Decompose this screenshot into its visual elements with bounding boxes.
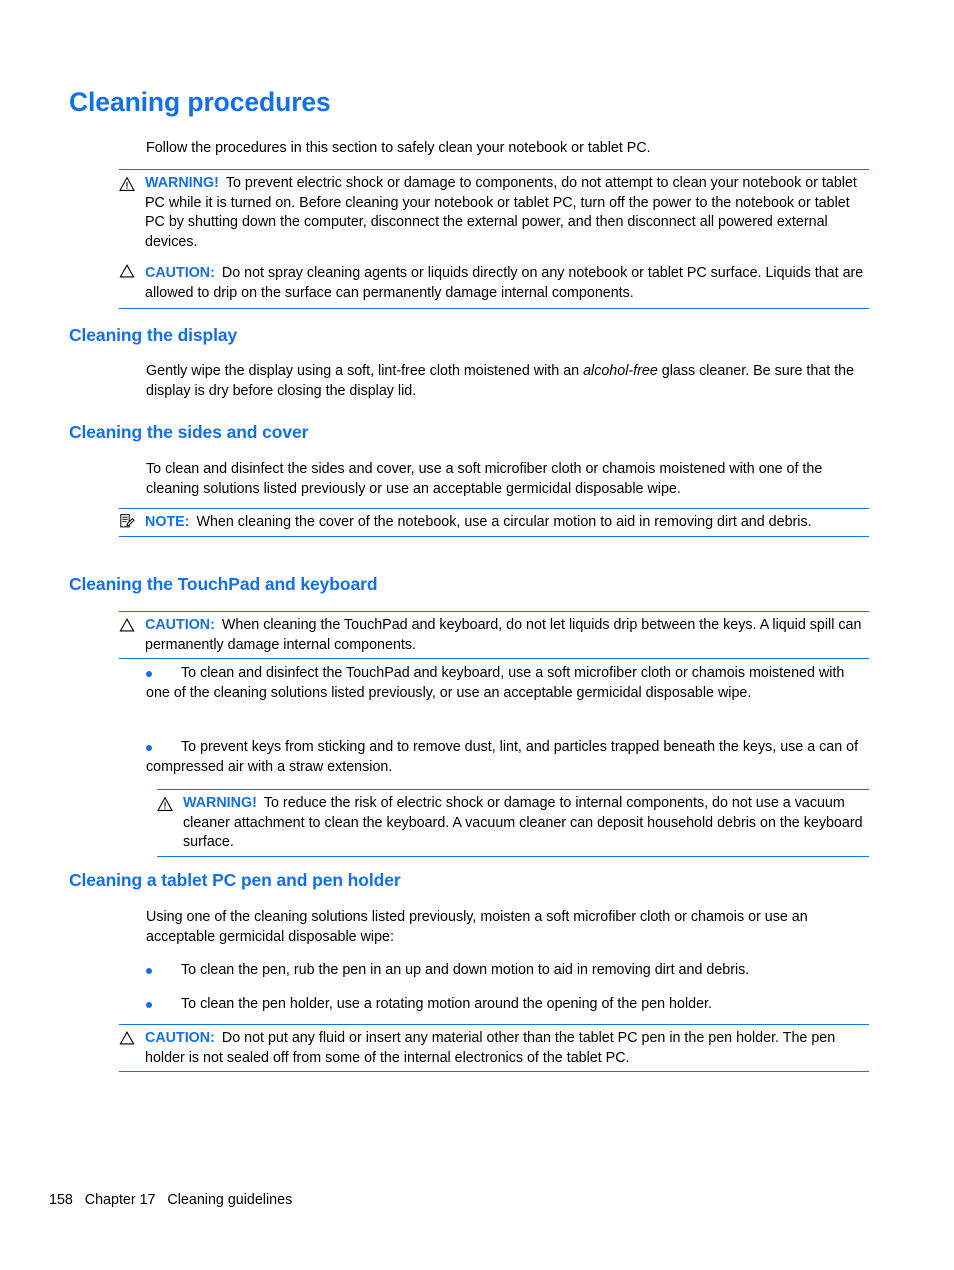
caution-text: Do not spray cleaning agents or liquids … (145, 265, 864, 301)
caution-label: CAUTION: (145, 265, 215, 281)
warning-text: To reduce the risk of electric shock or … (183, 795, 863, 851)
caution-text: Do not put any fluid or insert any mater… (145, 1030, 836, 1066)
caution-block-1: CAUTION: Do not spray cleaning agents or … (119, 258, 869, 310)
note-block-1-body: NOTE: When cleaning the cover of the note… (145, 513, 869, 533)
warning-block-1: WARNING! To prevent electric shock or dam… (119, 169, 869, 252)
caution-triangle-icon (119, 617, 135, 633)
caution-text: When cleaning the TouchPad and keyboard,… (145, 617, 862, 653)
caution-block-2-body: CAUTION: When cleaning the TouchPad and k… (145, 616, 869, 655)
warning-triangle-icon (119, 176, 135, 192)
warning-text: To prevent electric shock or damage to c… (145, 175, 857, 250)
display-para-italic: alcohol-free (583, 363, 658, 379)
bullet-icon (146, 1002, 152, 1008)
note-pencil-icon (119, 513, 135, 529)
heading-cleaning-the-display: Cleaning the display (69, 325, 238, 345)
list-item-text: To clean the pen holder, use a rotating … (181, 996, 712, 1012)
document-page: Cleaning procedures Follow the procedure… (0, 0, 954, 1270)
note-text: When cleaning the cover of the notebook,… (196, 514, 812, 530)
display-para-before: Gently wipe the display using a soft, li… (146, 363, 584, 379)
pen-paragraph: Using one of the cleaning solutions list… (146, 909, 808, 945)
display-paragraph: Gently wipe the display using a soft, li… (146, 362, 866, 401)
caution-label: CAUTION: (145, 617, 215, 633)
caution-triangle-icon (119, 1030, 135, 1046)
page-title: Cleaning procedures (69, 87, 331, 117)
warning-triangle-icon (157, 796, 173, 812)
list-item: To clean and disinfect the TouchPad and … (146, 664, 871, 703)
bullet-icon (146, 745, 152, 751)
caution-label: CAUTION: (145, 1030, 215, 1046)
note-label: NOTE: (145, 514, 190, 530)
warning-block-2: WARNING! To reduce the risk of electric s… (157, 789, 869, 857)
note-block-1: NOTE: When cleaning the cover of the note… (119, 508, 869, 537)
warning-label: WARNING! (183, 795, 257, 811)
heading-cleaning-the-sides-and-cover: Cleaning the sides and cover (69, 422, 309, 442)
list-item-text: To clean the pen, rub the pen in an up a… (181, 962, 750, 978)
warning-block-2-body: WARNING! To reduce the risk of electric s… (183, 794, 869, 853)
bullet-icon (146, 968, 152, 974)
list-item-text: To clean and disinfect the TouchPad and … (146, 665, 845, 701)
sides-paragraph: To clean and disinfect the sides and cov… (146, 461, 823, 497)
list-item: To prevent keys from sticking and to rem… (146, 738, 871, 777)
caution-triangle-icon (119, 263, 135, 279)
caution-block-3: CAUTION: Do not put any fluid or insert a… (119, 1024, 869, 1073)
list-item: To clean the pen holder, use a rotating … (146, 995, 871, 1015)
heading-cleaning-a-tablet-pc-pen-and-pen-holder: Cleaning a tablet PC pen and pen holder (69, 870, 401, 890)
list-item: To clean the pen, rub the pen in an up a… (146, 961, 871, 981)
warning-block-1-body: WARNING! To prevent electric shock or dam… (145, 174, 869, 252)
caution-block-2: CAUTION: When cleaning the TouchPad and k… (119, 611, 869, 660)
page-footer: 158 Chapter 17 Cleaning guidelines (49, 1192, 293, 1208)
warning-label: WARNING! (145, 175, 219, 191)
bullet-icon (146, 671, 152, 677)
caution-block-1-body: CAUTION: Do not spray cleaning agents or … (145, 264, 869, 303)
caution-block-3-body: CAUTION: Do not put any fluid or insert a… (145, 1029, 869, 1068)
intro-paragraph: Follow the procedures in this section to… (146, 140, 651, 156)
heading-cleaning-the-touchpad-and-keyboard: Cleaning the TouchPad and keyboard (69, 574, 378, 594)
list-item-text: To prevent keys from sticking and to rem… (146, 739, 859, 775)
